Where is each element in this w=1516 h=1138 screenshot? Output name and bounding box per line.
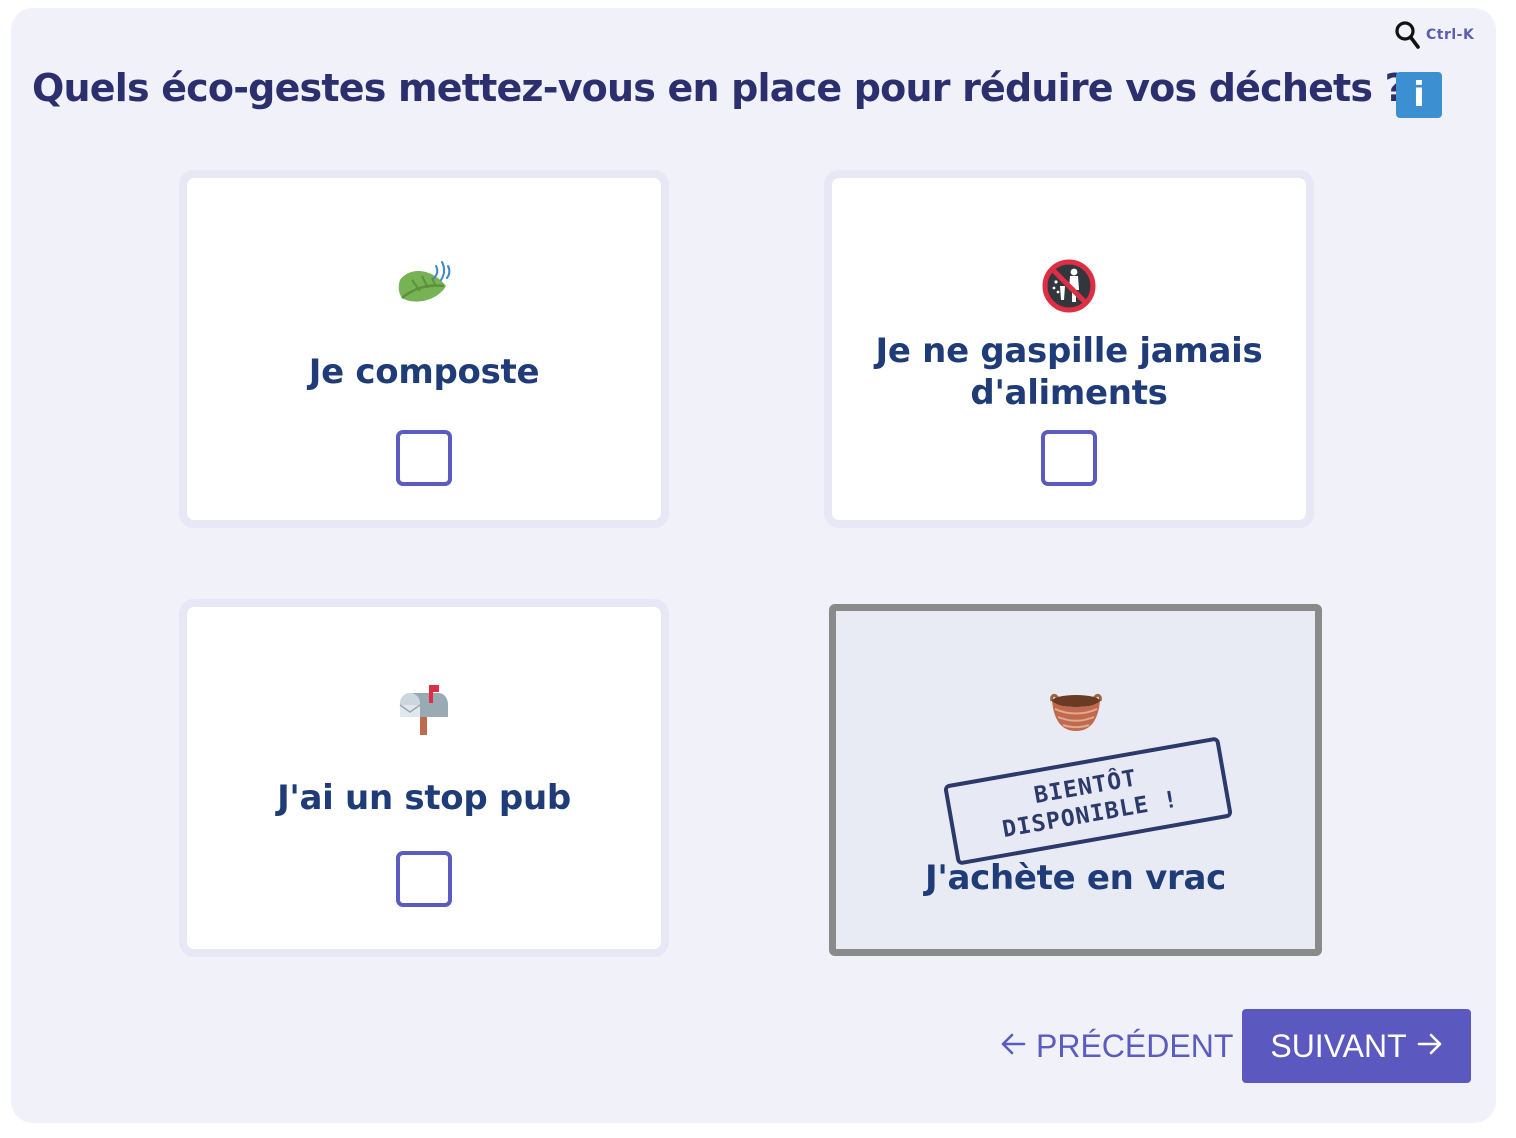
option-label-line1: Je ne gaspille jamais	[875, 331, 1263, 371]
arrow-right-icon	[1417, 1028, 1443, 1065]
basket-icon	[836, 687, 1315, 743]
next-button-label: SUIVANT	[1270, 1027, 1407, 1064]
no-littering-icon	[832, 258, 1306, 314]
option-card-compost[interactable]: Je composte	[179, 170, 669, 528]
option-label-line2: d'aliments	[970, 373, 1168, 413]
leaf-fluttering-icon	[187, 258, 661, 314]
next-button[interactable]: SUIVANT	[1242, 1009, 1471, 1083]
previous-button-label: PRÉCÉDENT	[1036, 1027, 1234, 1064]
previous-button[interactable]: PRÉCÉDENT	[1000, 1022, 1233, 1070]
option-checkbox[interactable]	[396, 430, 452, 486]
option-label: Je composte	[308, 352, 540, 392]
option-checkbox[interactable]	[1041, 430, 1097, 486]
option-card-no-waste[interactable]: Je ne gaspille jamais d'aliments	[824, 170, 1314, 528]
option-card-stop-pub[interactable]: J'ai un stop pub	[179, 599, 669, 957]
option-label: J'ai un stop pub	[277, 778, 571, 818]
mailbox-icon	[187, 683, 661, 739]
arrow-left-icon	[1000, 1028, 1026, 1065]
question-title: Quels éco-gestes mettez-vous en place po…	[32, 66, 1407, 110]
search-shortcut-label: Ctrl-K	[1426, 27, 1475, 43]
search-icon	[1395, 21, 1420, 49]
search-shortcut[interactable]: Ctrl-K	[1394, 20, 1474, 50]
info-button[interactable]: i	[1396, 72, 1442, 118]
option-label: Je ne gaspille jamais d'aliments	[852, 330, 1286, 414]
option-checkbox[interactable]	[396, 851, 452, 907]
option-label: J'achète en vrac	[925, 858, 1226, 898]
